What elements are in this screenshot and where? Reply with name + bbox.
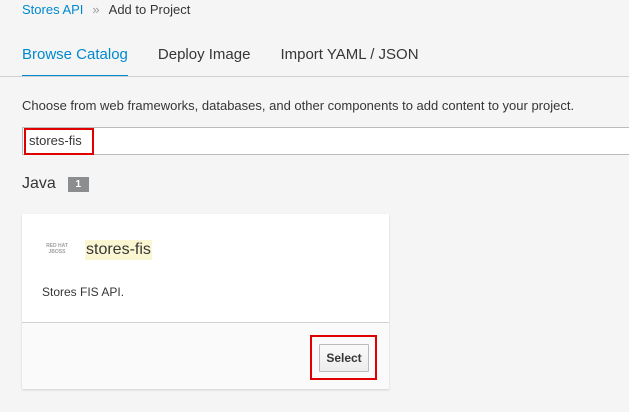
category-count-badge: 1 (67, 176, 89, 192)
tab-browse-catalog[interactable]: Browse Catalog (22, 46, 128, 77)
breadcrumb-current: Add to Project (108, 1, 191, 17)
tab-bar: Browse Catalog Deploy Image Import YAML … (22, 46, 449, 77)
tab-deploy-image[interactable]: Deploy Image (158, 46, 251, 72)
tab-import-yaml-json[interactable]: Import YAML / JSON (280, 46, 418, 72)
intro-text: Choose from web frameworks, databases, a… (22, 98, 575, 113)
select-button[interactable]: Select (319, 344, 369, 372)
breadcrumb-project-link[interactable]: Stores API (22, 2, 83, 17)
filter-input[interactable] (29, 133, 205, 148)
jboss-logo-icon: RED HAT JBOSS (46, 243, 68, 255)
card-title[interactable]: stores-fis (85, 240, 152, 260)
card-footer: Select (22, 322, 389, 389)
catalog-filter (22, 127, 629, 155)
card-body: RED HAT JBOSS stores-fis Stores FIS API. (22, 214, 389, 322)
tabs-divider (0, 76, 629, 77)
category-name: Java (22, 175, 56, 192)
card-description: Stores FIS API. (42, 285, 125, 299)
catalog-card: RED HAT JBOSS stores-fis Stores FIS API.… (22, 214, 389, 389)
breadcrumb-separator-icon: » (92, 1, 100, 17)
category-heading: Java 1 (22, 175, 89, 193)
breadcrumb: Stores API » Add to Project (22, 0, 190, 18)
